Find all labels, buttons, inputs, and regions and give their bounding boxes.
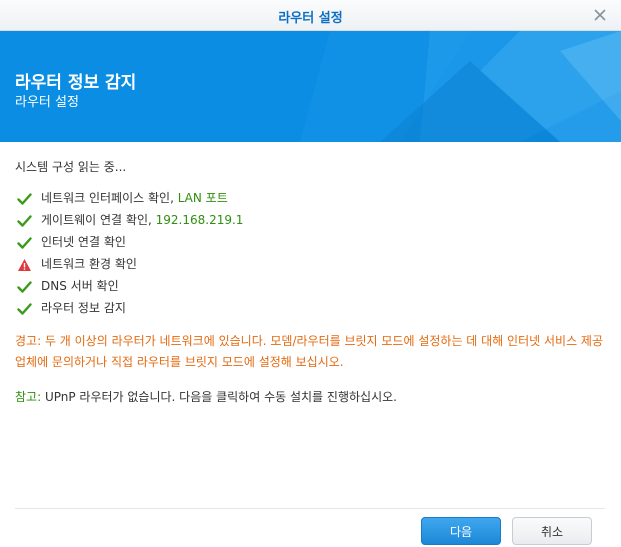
- check-text: 네트워크 환경 확인: [41, 257, 137, 271]
- banner-title: 라우터 정보 감지: [15, 73, 137, 93]
- note-label: 참고:: [15, 390, 42, 404]
- check-item: DNS 서버 확인: [15, 275, 605, 297]
- banner-subtitle: 라우터 설정: [15, 95, 79, 110]
- check-icon: [17, 279, 32, 293]
- check-icon: [17, 301, 32, 315]
- check-item: 네트워크 환경 확인: [15, 253, 605, 275]
- check-highlight: LAN 포트: [177, 191, 228, 205]
- check-item: 게이트웨이 연결 확인, 192.168.219.1: [15, 209, 605, 231]
- window-title: 라우터 설정: [278, 11, 343, 26]
- footer-divider: [15, 508, 605, 509]
- warning-icon: [17, 257, 32, 271]
- check-text: 게이트웨이 연결 확인,: [41, 213, 156, 227]
- note-text: UPnP 라우터가 없습니다. 다음을 클릭하여 수동 설치를 진행하십시오.: [41, 390, 397, 404]
- note-message: 참고: UPnP 라우터가 없습니다. 다음을 클릭하여 수동 설치를 진행하십…: [15, 387, 605, 408]
- check-icon: [17, 191, 32, 205]
- wizard-content: 시스템 구성 읽는 중... 네트워크 인터페이스 확인, LAN 포트 게이트웨…: [15, 158, 605, 408]
- check-text: DNS 서버 확인: [41, 279, 119, 293]
- close-icon: [594, 9, 606, 21]
- check-text: 네트워크 인터페이스 확인,: [41, 191, 178, 205]
- status-intro: 시스템 구성 읽는 중...: [15, 160, 127, 174]
- header-banner: 라우터 정보 감지 라우터 설정: [0, 31, 621, 142]
- check-icon: [17, 213, 32, 227]
- check-item: 인터넷 연결 확인: [15, 231, 605, 253]
- check-list: 네트워크 인터페이스 확인, LAN 포트 게이트웨이 연결 확인, 192.16…: [15, 187, 605, 319]
- check-text: 인터넷 연결 확인: [41, 235, 126, 249]
- warning-message: 경고: 두 개 이상의 라우터가 네트워크에 있습니다. 모뎀/라우터를 브릿지…: [15, 334, 604, 369]
- check-highlight: 192.168.219.1: [155, 213, 244, 227]
- title-bar: 라우터 설정: [0, 0, 621, 31]
- check-icon: [17, 235, 32, 249]
- close-button[interactable]: [593, 7, 607, 21]
- check-text: 라우터 정보 감지: [41, 301, 126, 315]
- next-button[interactable]: 다음: [421, 517, 501, 545]
- check-item: 라우터 정보 감지: [15, 297, 605, 319]
- check-item: 네트워크 인터페이스 확인, LAN 포트: [15, 187, 605, 209]
- cancel-button[interactable]: 취소: [512, 517, 592, 545]
